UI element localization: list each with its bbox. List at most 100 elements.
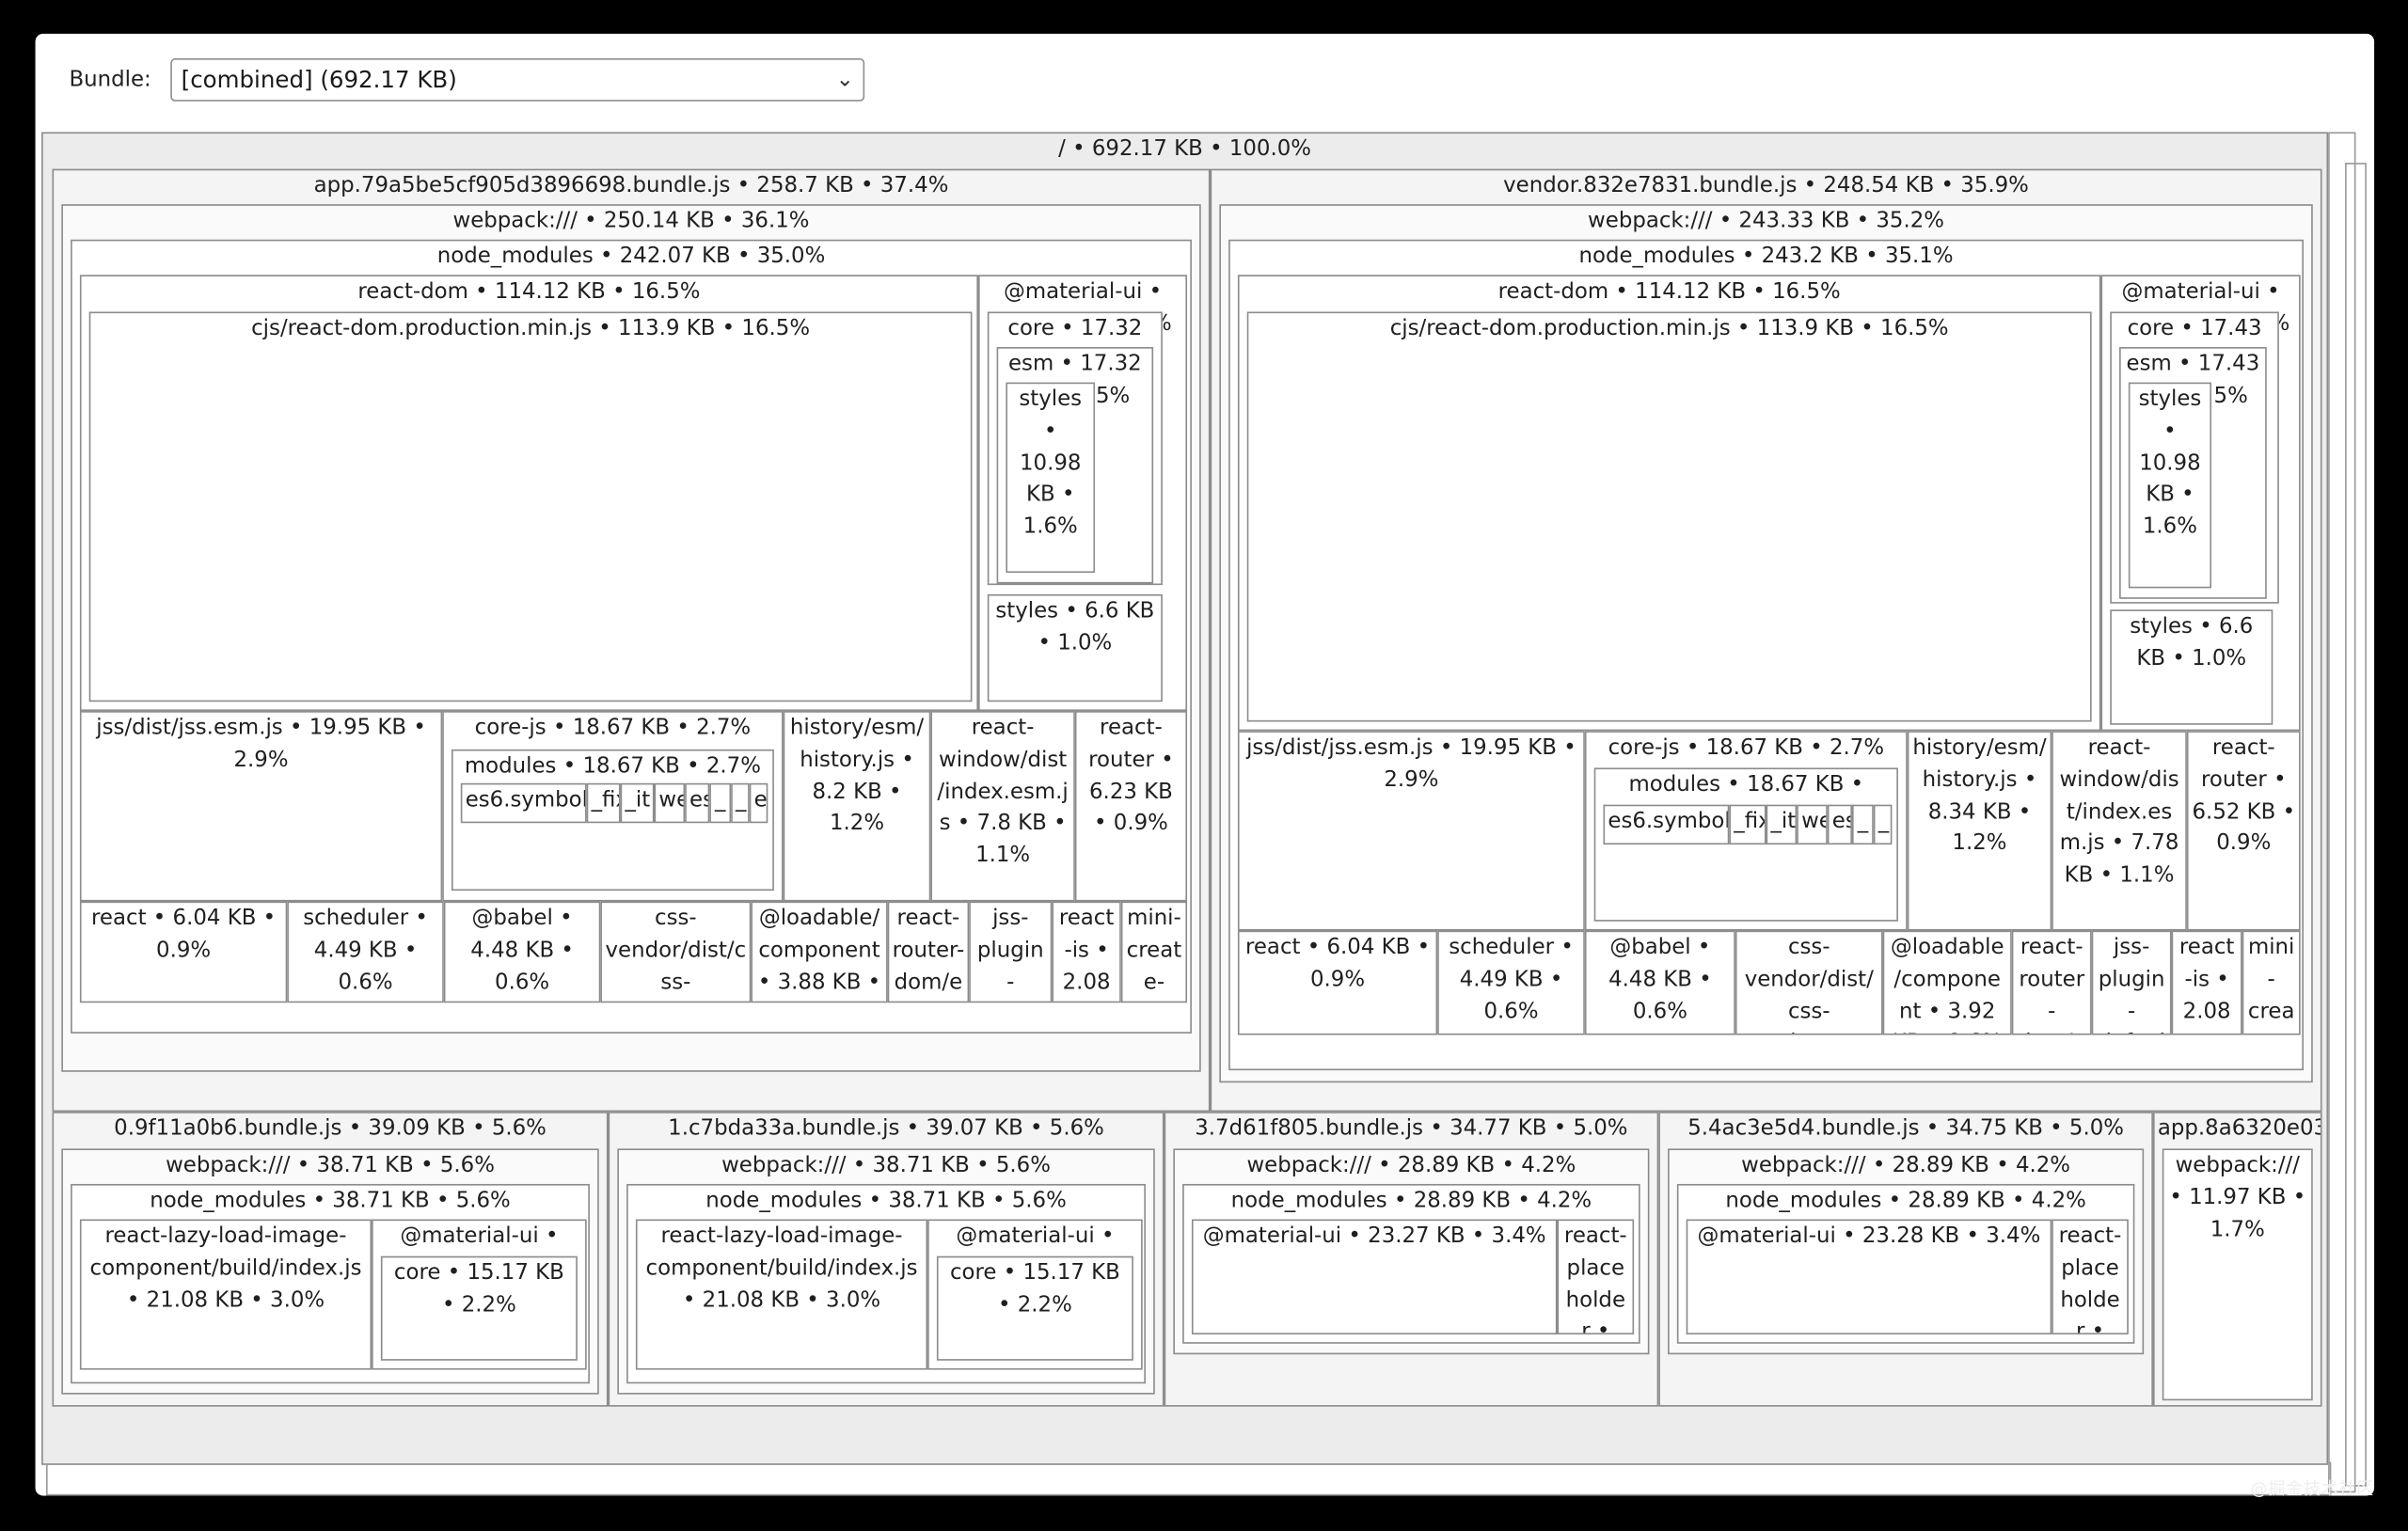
treemap-tile-app-cm6[interactable]: _ xyxy=(731,782,750,824)
tile-label: @loadable/component • 3.88 KB • 0.6% xyxy=(757,906,881,995)
treemap-tile-b5-placeholder[interactable]: react-placeholder • 4.84 KB • xyxy=(2052,1219,2129,1334)
treemap-tile-app-cm2[interactable]: _it xyxy=(620,782,655,824)
tile-label: history/esm/history.js • 8.2 KB • 1.2% xyxy=(789,715,925,836)
treemap-tile-vendor-jss[interactable]: jss/dist/jss.esm.js • 19.95 KB • 2.9% xyxy=(1237,731,1585,931)
tile-label: mini-create-react xyxy=(2247,935,2295,1034)
treemap-tile-app-cm7[interactable]: e xyxy=(749,782,768,824)
tile-label: core • 15.17 KB • 2.2% xyxy=(949,1260,1120,1318)
treemap-tile-b1-lazy[interactable]: react-lazy-load-image-component/build/in… xyxy=(635,1219,928,1370)
treemap-tile-vendor-scheduler[interactable]: scheduler • 4.49 KB • 0.6% xyxy=(1437,930,1585,1035)
tile-label: node_modules • 38.71 KB • 5.6% xyxy=(705,1188,1067,1213)
tile-label: node_modules • 242.07 KB • 35.0% xyxy=(436,244,826,269)
bundle-select[interactable]: [combined] (692.17 KB) ⌄ xyxy=(170,58,865,102)
treemap-tile-app-react-dom-cjs[interactable]: cjs/react-dom.production.min.js • 113.9 … xyxy=(88,311,973,702)
treemap-tile-vendor-jss-plugin[interactable]: jss-plugin-default xyxy=(2091,930,2172,1035)
tile-label: react • 6.04 KB • 0.9% xyxy=(1244,935,1431,992)
tile-label: react-router • 6.52 KB • 0.9% xyxy=(2192,735,2296,857)
treemap-tile-app-cm4[interactable]: es xyxy=(685,782,710,824)
tile-label: webpack:/// • 38.71 KB • 5.6% xyxy=(166,1153,495,1178)
treemap-tile-app-mini-create[interactable]: mini-create-react xyxy=(1120,901,1188,1003)
treemap-tile-b3-placeholder[interactable]: react-placeholder • 4.84 KB • xyxy=(1557,1219,1635,1334)
tile-label: styles • 6.6 KB • 1.0% xyxy=(995,598,1155,655)
tile-label: webpack:/// • 243.33 KB • 35.2% xyxy=(1588,209,1945,234)
tile-label: webpack:/// • 38.71 KB • 5.6% xyxy=(721,1153,1051,1178)
treemap-tile-vendor-css-vendor[interactable]: css-vendor/dist/css-vendor.esm.js xyxy=(1735,930,1883,1035)
treemap-tile-app-react-is[interactable]: react-is • 2.08 xyxy=(1052,901,1121,1003)
tile-label: _it xyxy=(1770,809,1796,834)
tile-label: 0.9f11a0b6.bundle.js • 39.09 KB • 5.6% xyxy=(114,1116,547,1142)
treemap-tile-vendor-react-is[interactable]: react-is • 2.08 xyxy=(2171,930,2242,1035)
treemap-tile-vendor-cm2[interactable]: _it xyxy=(1766,804,1798,845)
tile-label: 5.4ac3e5d4.bundle.js • 34.75 KB • 5.0% xyxy=(1687,1116,2125,1142)
treemap-tile-app-react[interactable]: react • 6.04 KB • 0.9% xyxy=(79,901,288,1003)
tile-label: webpack:/// • 28.89 KB • 4.2% xyxy=(1741,1153,2071,1178)
treemap-tile-vendor-history[interactable]: history/esm/history.js • 8.34 KB • 1.2% xyxy=(1907,731,2052,931)
treemap-tile-app-jss-plugin[interactable]: jss-plugin-default xyxy=(969,901,1053,1003)
treemap-tile-vendor-loadable[interactable]: @loadable/component • 3.92 KB • 0.6% xyxy=(1882,930,2012,1035)
tile-label: _fix xyxy=(1734,809,1765,834)
treemap-tile-b5-material-ui[interactable]: @material-ui • 23.28 KB • 3.4% xyxy=(1686,1219,2052,1334)
treemap-tile-vendor-material-styles[interactable]: styles • 6.6 KB • 1.0% xyxy=(2110,609,2273,725)
tile-label: react-router-dom/esm xyxy=(892,906,965,995)
tile-label: webpack:/// • 250.14 KB • 36.1% xyxy=(452,209,810,234)
treemap-tile-vendor-react-router-dom[interactable]: react-router-dom/esm xyxy=(2011,930,2092,1035)
tile-label: history/esm/history.js • 8.34 KB • 1.2% xyxy=(1912,735,2047,857)
treemap-tile-vendor-mini-create[interactable]: mini-create-react xyxy=(2242,930,2301,1035)
treemap-tile-app-react-router-dom[interactable]: react-router-dom/esm xyxy=(887,901,970,1003)
tile-label: es xyxy=(1831,809,1851,834)
ghost-frame xyxy=(45,1461,2332,1496)
treemap-tile-app-history[interactable]: history/esm/history.js • 8.2 KB • 1.2% xyxy=(783,711,931,902)
tile-label: node_modules • 28.89 KB • 4.2% xyxy=(1230,1188,1592,1213)
tile-label: css-vendor/dist/css-vendor.esm.js xyxy=(605,906,747,995)
treemap-tile-app-material-esm-styles[interactable]: styles • 10.98 KB • 1.6% xyxy=(1006,382,1096,574)
treemap-tile-app-react-router[interactable]: react-router • 6.23 KB • 0.9% xyxy=(1074,711,1188,902)
treemap-tile-app-es6-symbol[interactable]: es6.symbol xyxy=(460,782,587,824)
tile-label: _it xyxy=(625,787,651,813)
treemap-tile-vendor-material-esm-styles[interactable]: styles • 10.98 KB • 1.6% xyxy=(2128,382,2212,589)
tile-label: jss-plugin-default xyxy=(2098,935,2165,1034)
treemap-tile-vendor-react-dom-cjs[interactable]: cjs/react-dom.production.min.js • 113.9 … xyxy=(1246,311,2092,722)
stage: Bundle: [combined] (692.17 KB) ⌄ / • 692… xyxy=(0,0,2408,1531)
treemap-tile-vendor-react[interactable]: react • 6.04 KB • 0.9% xyxy=(1237,930,1438,1035)
treemap-tile-vendor-cm1[interactable]: _fix xyxy=(1729,804,1766,845)
tile-label: @material-ui • xyxy=(400,1223,559,1249)
treemap-tile-app-cm1[interactable]: _fix xyxy=(586,782,621,824)
tile-label: cjs/react-dom.production.min.js • 113.9 … xyxy=(251,316,811,341)
tile-label: scheduler • 4.49 KB • 0.6% xyxy=(303,906,428,995)
treemap-tile-b3-material-ui[interactable]: @material-ui • 23.27 KB • 3.4% xyxy=(1191,1219,1558,1334)
treemap-tile-app-scheduler[interactable]: scheduler • 4.49 KB • 0.6% xyxy=(287,901,444,1003)
treemap-tile-vendor-babel[interactable]: @babel • 4.48 KB • 0.6% xyxy=(1584,930,1735,1035)
treemap-tile-vendor-es6-symbol[interactable]: es6.symbol xyxy=(1603,804,1730,845)
tile-label: webpack:/// xyxy=(2175,1153,2300,1178)
treemap-tile-app-css-vendor[interactable]: css-vendor/dist/css-vendor.esm.js xyxy=(600,901,752,1003)
treemap-tile-b1-material-core[interactable]: core • 15.17 KB • 2.2% xyxy=(936,1255,1133,1361)
treemap-tile-app-cm5[interactable]: _ xyxy=(709,782,732,824)
tile-label: react-placeholder • 4.84 KB • xyxy=(1563,1223,1627,1334)
treemap-tile-vendor-cm5[interactable]: _ xyxy=(1851,804,1874,845)
tile-label: we xyxy=(1801,809,1826,834)
tile-label: react-lazy-load-image-component/build/in… xyxy=(89,1223,362,1313)
tile-label: react-dom • 114.12 KB • 16.5% xyxy=(357,279,701,305)
treemap-tile-app-jss[interactable]: jss/dist/jss.esm.js • 19.95 KB • 2.9% xyxy=(79,711,443,902)
bundle-select-value: [combined] (692.17 KB) xyxy=(181,66,457,94)
treemap-tile-vendor-react-window[interactable]: react-window/dist/index.esm.js • 7.78 KB… xyxy=(2052,731,2187,931)
tile-label: vendor.832e7831.bundle.js • 248.54 KB • … xyxy=(1503,173,2029,198)
tile-label: e xyxy=(753,787,767,813)
treemap-tile-app-cm3[interactable]: we xyxy=(654,782,686,824)
treemap-tile-vendor-cm3[interactable]: we xyxy=(1797,804,1828,845)
tile-label: react-router • 6.23 KB • 0.9% xyxy=(1088,715,1174,836)
treemap-tile-vendor-cm6[interactable]: _ xyxy=(1873,804,1893,845)
treemap-tile-b0-lazy[interactable]: react-lazy-load-image-component/build/in… xyxy=(79,1219,372,1370)
treemap-tile-app-loadable[interactable]: @loadable/component • 3.88 KB • 0.6% xyxy=(751,901,888,1003)
treemap-tile-app-material-styles[interactable]: styles • 6.6 KB • 1.0% xyxy=(987,593,1163,702)
treemap-tile-b0-material-core[interactable]: core • 15.17 KB • 2.2% xyxy=(380,1255,578,1361)
tile-label: core-js • 18.67 KB • 2.7% xyxy=(1608,735,1885,761)
treemap-tile-vendor-cm4[interactable]: es xyxy=(1827,804,1852,845)
treemap-tile-vendor-react-router[interactable]: react-router • 6.52 KB • 0.9% xyxy=(2186,731,2301,931)
treemap-tile-app-babel[interactable]: @babel • 4.48 KB • 0.6% xyxy=(443,901,601,1003)
tile-label: css-vendor/dist/css-vendor.esm.js xyxy=(1743,935,1876,1034)
treemap-tile-app2-webpack[interactable]: webpack:/// • 11.97 KB • 1.7% xyxy=(2162,1148,2313,1401)
treemap-tile-app-react-window[interactable]: react-window/dist/index.esm.js • 7.8 KB … xyxy=(930,711,1075,902)
tile-label: node_modules • 243.2 KB • 35.1% xyxy=(1578,244,1954,269)
tile-label: styles • 10.98 KB • 1.6% xyxy=(1019,387,1083,540)
